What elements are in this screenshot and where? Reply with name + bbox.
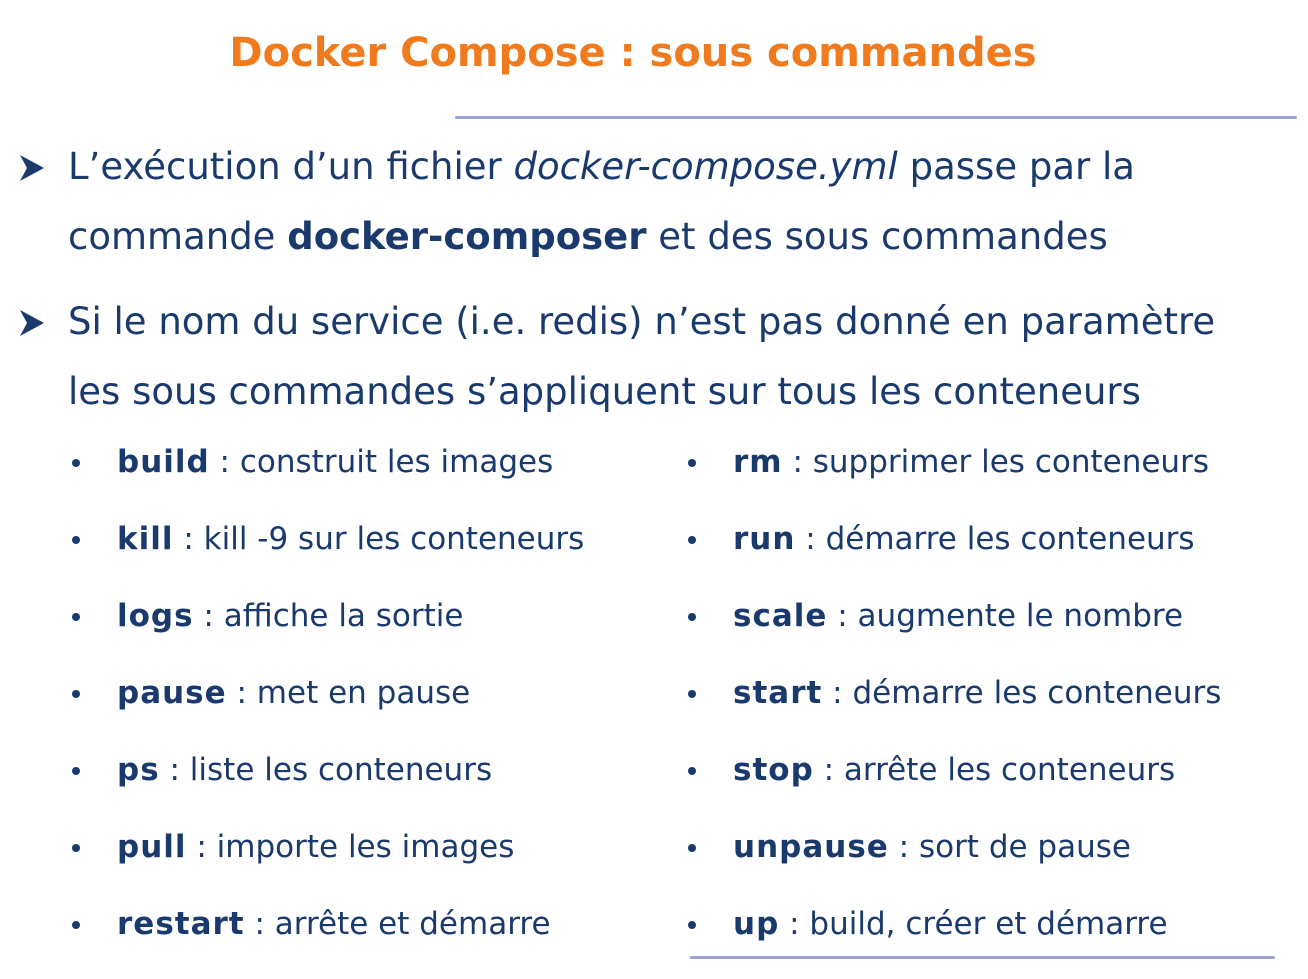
bullet-2-line-2: les sous commandes s’appliquent sur tous… [68,370,1141,413]
command-name: pause [117,675,227,711]
command-description: : importe les images [186,829,515,865]
list-item: stop : arrête les conteneurs [688,748,1221,825]
dot-icon [688,767,696,775]
dot-icon [688,459,696,467]
bullet-1-line-2-post: et des sous commandes [646,215,1108,258]
command-description: : met en pause [226,675,471,711]
command-name: unpause [733,829,889,865]
bullet-1-line-2-pre: commande [68,215,288,258]
bullet-1-text-pre: L’exécution d’un fichier [68,145,514,188]
command-description: : arrête et démarre [244,906,551,942]
command-description: : augmente le nombre [827,598,1184,634]
list-item: restart : arrête et démarre [72,902,584,979]
dot-icon [688,921,696,929]
command-name: scale [733,598,828,634]
command-description: : supprimer les conteneurs [782,444,1209,480]
command-name: run [733,521,796,557]
command-name: kill [117,521,174,557]
dot-icon [72,844,80,852]
bullet-1-command: docker-composer [287,215,647,258]
dot-icon [72,921,80,929]
bullet-1-text-post: passe par la [897,145,1135,188]
command-name: ps [117,752,160,788]
command-description: : sort de pause [888,829,1131,865]
list-item: pull : importe les images [72,825,584,902]
dot-icon [688,690,696,698]
command-name: logs [117,598,194,634]
command-description: : kill -9 sur les conteneurs [173,521,585,557]
command-description: : affiche la sortie [193,598,464,634]
bullet-1-line-2: commande docker-composer et des sous com… [68,215,1108,259]
dot-icon [72,767,80,775]
bullet-2-line-1: Si le nom du service (i.e. redis) n’est … [68,300,1216,343]
dot-icon [688,613,696,621]
command-description: : arrête les conteneurs [813,752,1176,788]
command-name: up [733,906,780,942]
command-name: start [733,675,823,711]
footer-rule [690,956,1275,959]
chevron-right-icon [20,310,44,336]
command-description: : liste les conteneurs [159,752,493,788]
list-item: kill : kill -9 sur les conteneurs [72,517,584,594]
dot-icon [72,459,80,467]
command-description: : construit les images [209,444,554,480]
dot-icon [72,536,80,544]
command-name: build [117,444,210,480]
list-item: up : build, créer et démarre [688,902,1221,979]
bullet-1-filename: docker-compose.yml [513,145,898,188]
commands-list-right: rm : supprimer les conteneurs run : déma… [688,440,1221,979]
list-item: scale : augmente le nombre [688,594,1221,671]
list-item: run : démarre les conteneurs [688,517,1221,594]
list-item: unpause : sort de pause [688,825,1221,902]
dot-icon [688,536,696,544]
command-name: pull [117,829,187,865]
list-item: build : construit les images [72,440,584,517]
command-name: restart [117,906,245,942]
dot-icon [72,613,80,621]
command-name: stop [733,752,814,788]
list-item: pause : met en pause [72,671,584,748]
dot-icon [688,844,696,852]
chevron-right-icon [20,155,44,181]
command-description: : démarre les conteneurs [795,521,1195,557]
command-description: : démarre les conteneurs [822,675,1222,711]
commands-list-left: build : construit les images kill : kill… [72,440,584,979]
title-underline [455,116,1297,119]
command-description: : build, créer et démarre [779,906,1168,942]
dot-icon [72,690,80,698]
bullet-1-line-1: L’exécution d’un fichier docker-compose.… [68,145,1135,189]
list-item: logs : affiche la sortie [72,594,584,671]
list-item: start : démarre les conteneurs [688,671,1221,748]
command-name: rm [733,444,783,480]
slide-title: Docker Compose : sous commandes [229,30,1037,76]
list-item: ps : liste les conteneurs [72,748,584,825]
list-item: rm : supprimer les conteneurs [688,440,1221,517]
